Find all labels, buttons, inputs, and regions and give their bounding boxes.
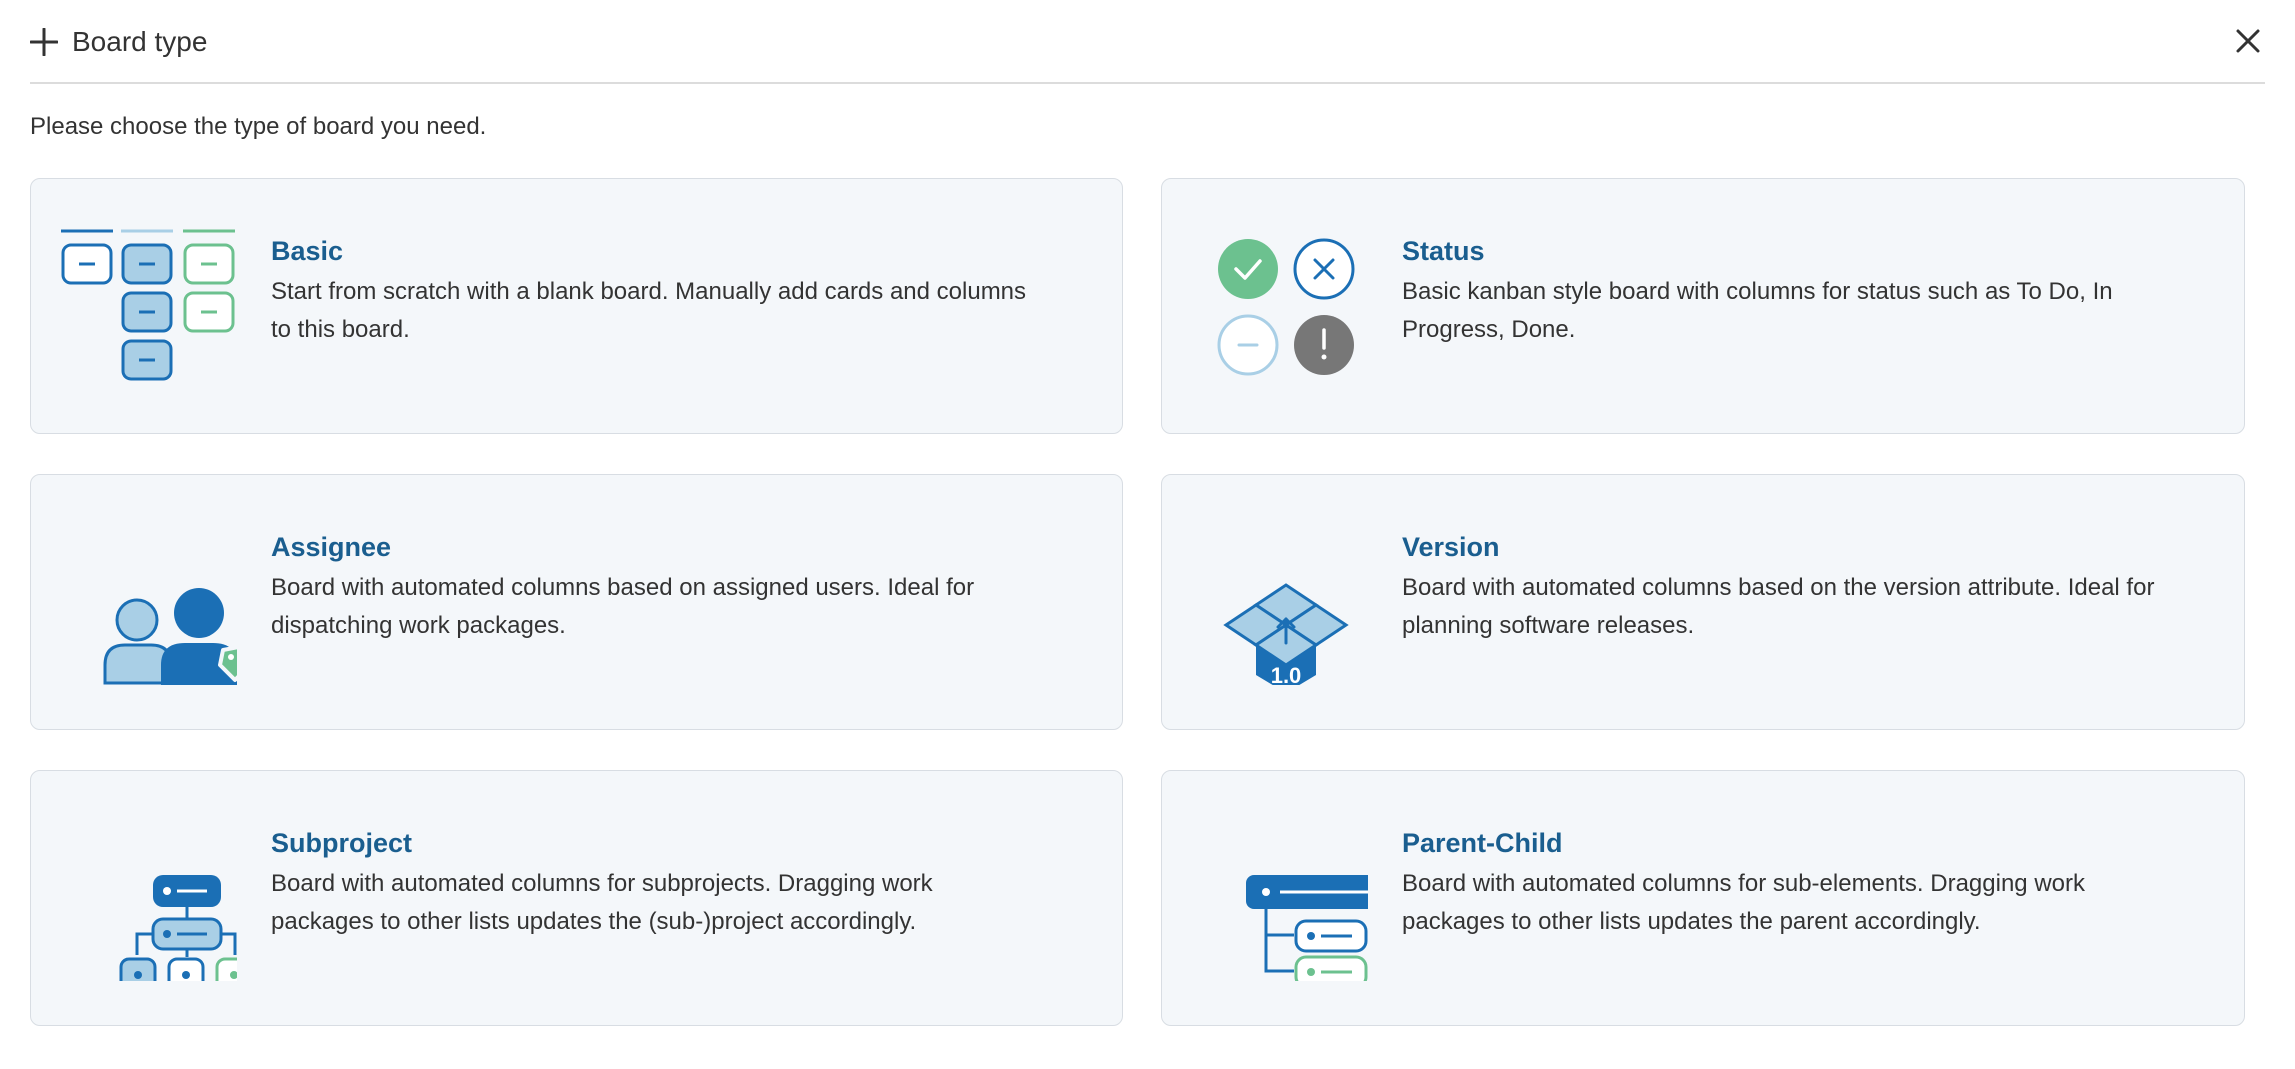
columns-board-icon	[61, 229, 235, 381]
card-title: Status	[1402, 236, 1485, 266]
card-description: Start from scratch with a blank board. M…	[271, 278, 1027, 343]
card-title: Assignee	[271, 532, 392, 562]
board-type-parent-child[interactable]: Parent-Child Board with automated column…	[1161, 770, 2245, 1026]
board-type-subproject[interactable]: Subproject Board with automated columns …	[30, 770, 1123, 1026]
board-type-basic[interactable]: Basic Start from scratch with a blank bo…	[30, 178, 1123, 434]
hierarchy-icon	[119, 875, 237, 981]
intro-text: Please choose the type of board you need…	[30, 113, 487, 140]
card-description: Board with automated columns based on as…	[271, 574, 975, 639]
close-icon[interactable]	[2235, 28, 2261, 54]
card-description: Board with automated columns for subproj…	[271, 870, 933, 935]
modal-title: Board type	[72, 26, 208, 57]
card-title: Parent-Child	[1402, 828, 1563, 858]
board-type-status[interactable]: Status Basic kanban style board with col…	[1161, 178, 2245, 434]
card-title: Version	[1402, 532, 1500, 562]
board-type-assignee[interactable]: Assignee Board with automated columns ba…	[30, 474, 1123, 730]
card-title: Basic	[271, 236, 344, 266]
plus-icon	[30, 28, 58, 56]
modal-header: Board type	[30, 0, 2265, 84]
card-description: Board with automated columns for sub-ele…	[1402, 870, 2085, 935]
parent-child-icon	[1246, 875, 1368, 981]
users-tag-icon	[103, 588, 237, 685]
card-description: Basic kanban style board with columns fo…	[1402, 278, 2113, 343]
board-type-version[interactable]: 1.0 Version Board with automated columns…	[1161, 474, 2245, 730]
svg-text:1.0: 1.0	[1271, 663, 1302, 685]
card-title: Subproject	[271, 828, 413, 858]
version-box-icon: 1.0	[1223, 583, 1349, 685]
status-circles-icon	[1217, 238, 1355, 376]
card-description: Board with automated columns based on th…	[1402, 574, 2155, 639]
